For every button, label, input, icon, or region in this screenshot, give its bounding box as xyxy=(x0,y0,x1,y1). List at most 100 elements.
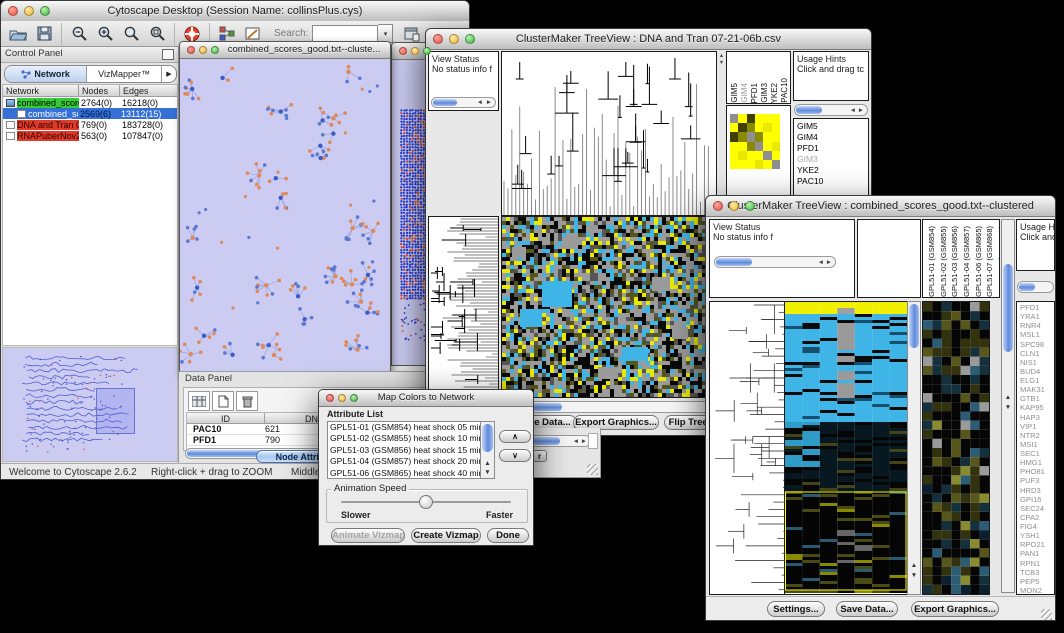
gene-label[interactable]: HMG1 xyxy=(1020,458,1054,467)
move-up-button[interactable]: ∧ xyxy=(499,430,531,443)
gene-label[interactable]: VIP1 xyxy=(1020,422,1054,431)
network-tree-row[interactable]: combined_scores 2764(0) 16218(0) xyxy=(3,97,177,108)
gene-label[interactable]: GIM4 xyxy=(797,132,868,143)
tab-network[interactable]: Network xyxy=(5,66,87,82)
gene-label[interactable]: HRD3 xyxy=(1020,486,1054,495)
animate-vizmap-button[interactable]: Animate Vizmap xyxy=(331,528,405,543)
zoom-window-icon[interactable] xyxy=(350,394,358,402)
network-tree-row[interactable]: combined_sco 2569(6) 13112(15) xyxy=(3,108,177,119)
fragment-r-button[interactable]: r xyxy=(532,450,547,462)
attribute-item[interactable]: GPL51-01 (GSM854) heat shock 05 min xyxy=(328,422,480,433)
network-tree-row[interactable]: DNA and Tran 07 769(0) 183728(0) xyxy=(3,119,177,130)
treeview1-titlebar[interactable]: ClusterMaker TreeView : DNA and Tran 07-… xyxy=(426,29,871,50)
gene-label[interactable]: CLN1 xyxy=(1020,349,1054,358)
tv2-hints-scrollbar[interactable] xyxy=(1017,281,1054,293)
gene-label[interactable]: ELG1 xyxy=(1020,376,1054,385)
tv2-global-heatmap[interactable] xyxy=(784,301,908,595)
minimize-icon[interactable] xyxy=(411,47,419,55)
create-vizmap-button[interactable]: Create Vizmap xyxy=(411,528,481,543)
gene-label[interactable]: PAC10 xyxy=(797,176,868,187)
gene-label[interactable]: SEC24 xyxy=(1020,504,1054,513)
column-label[interactable]: GPL51-01 (GSM854) xyxy=(927,226,936,297)
zoom-window-icon[interactable] xyxy=(423,47,431,55)
gene-label[interactable]: NIS1 xyxy=(1020,358,1054,367)
close-icon[interactable] xyxy=(326,394,334,402)
new-attribute-icon[interactable] xyxy=(212,391,234,411)
float-panel-icon[interactable] xyxy=(162,49,174,60)
gene-label[interactable]: RPN1 xyxy=(1020,559,1054,568)
treeview2-titlebar[interactable]: ClusterMaker TreeView : combined_scores_… xyxy=(706,196,1055,217)
tv2-column-dendrogram[interactable] xyxy=(857,219,921,298)
gene-label[interactable]: PUF3 xyxy=(1020,476,1054,485)
tv2-save-data-button[interactable]: Save Data... xyxy=(836,601,898,617)
speed-slider-thumb[interactable] xyxy=(419,495,433,509)
save-icon[interactable] xyxy=(31,22,57,46)
gene-label[interactable]: KAP95 xyxy=(1020,403,1054,412)
gene-label[interactable]: BUD4 xyxy=(1020,367,1054,376)
zoom-window-icon[interactable] xyxy=(40,6,50,16)
gene-label[interactable]: MSL1 xyxy=(1020,330,1054,339)
tv2-zoom-heatmap[interactable] xyxy=(922,301,990,595)
zoom-window-icon[interactable] xyxy=(465,34,475,44)
close-icon[interactable] xyxy=(433,34,443,44)
dialog-titlebar[interactable]: Map Colors to Network xyxy=(319,390,533,407)
tv1-hints-scrollbar[interactable]: ◄► xyxy=(794,104,868,116)
column-label[interactable]: GPL51-02 (GSM855) xyxy=(939,226,948,297)
gene-label[interactable]: SPC98 xyxy=(1020,340,1054,349)
column-label[interactable]: GPL51-08 (GSM872) xyxy=(997,226,1000,297)
resize-grip[interactable] xyxy=(1041,609,1052,620)
gene-label[interactable]: MAK31 xyxy=(1020,385,1054,394)
tv2-export-graphics-button[interactable]: Export Graphics... xyxy=(911,601,999,617)
tv1-status-scrollbar[interactable]: ◄► xyxy=(431,97,496,108)
gene-label[interactable]: MON2 xyxy=(1020,586,1054,595)
column-label[interactable]: GIM5 xyxy=(730,83,739,103)
column-label[interactable]: PFD1 xyxy=(750,83,759,103)
attribute-item[interactable]: GPL51-06 (GSM865) heat shock 40 min xyxy=(328,468,480,478)
minimize-icon[interactable] xyxy=(449,34,459,44)
gene-label[interactable]: PFD1 xyxy=(1020,303,1054,312)
zoom-selected-icon[interactable] xyxy=(118,22,144,46)
minimize-icon[interactable] xyxy=(338,394,346,402)
gene-label[interactable]: YSH1 xyxy=(1020,531,1054,540)
column-label[interactable]: GPL51-06 (GSM865) xyxy=(974,226,983,297)
column-label[interactable]: GIM4 xyxy=(740,83,749,103)
zoom-in-icon[interactable] xyxy=(92,22,118,46)
gene-label[interactable]: RPO21 xyxy=(1020,540,1054,549)
attribute-item[interactable]: GPL51-02 (GSM855) heat shock 10 min xyxy=(328,433,480,444)
gene-label[interactable]: GIM3 xyxy=(797,154,868,165)
search-input[interactable] xyxy=(312,25,378,42)
birdseye-panel[interactable] xyxy=(2,347,178,462)
column-label[interactable]: GPL51-04 (GSM857) xyxy=(962,226,971,297)
tv1-row-dendrogram[interactable] xyxy=(428,216,499,398)
attribute-select-icon[interactable] xyxy=(188,391,210,411)
column-label[interactable]: PAC10 xyxy=(780,78,789,103)
tv1-column-dendrogram[interactable] xyxy=(501,51,717,216)
tv2-row-dendrogram[interactable] xyxy=(709,301,785,595)
gene-label[interactable]: GIM5 xyxy=(797,121,868,132)
gene-label[interactable]: YRA1 xyxy=(1020,312,1054,321)
network-view-a[interactable] xyxy=(180,59,388,371)
zoom-fit-icon[interactable] xyxy=(144,22,170,46)
tv1-global-heatmap-panel[interactable]: ▲▼ xyxy=(501,216,725,398)
gene-label[interactable]: CPA2 xyxy=(1020,513,1054,522)
tv1-heatmap-hscrollbar[interactable]: ◄► xyxy=(504,401,722,413)
gene-label[interactable]: HAP3 xyxy=(1020,413,1054,422)
move-down-button[interactable]: ∨ xyxy=(499,449,531,462)
resize-grip[interactable] xyxy=(587,464,598,475)
gene-label[interactable]: GTB1 xyxy=(1020,394,1054,403)
minimize-icon[interactable] xyxy=(199,46,207,54)
close-icon[interactable] xyxy=(187,46,195,54)
gene-label[interactable]: PHO81 xyxy=(1020,467,1054,476)
zoom-window-icon[interactable] xyxy=(211,46,219,54)
minimize-icon[interactable] xyxy=(729,201,739,211)
cytoscape-titlebar[interactable]: Cytoscape Desktop (Session Name: collins… xyxy=(1,1,469,22)
gene-label[interactable]: PAN1 xyxy=(1020,549,1054,558)
birdseye-viewport[interactable] xyxy=(96,388,135,434)
column-label[interactable]: GPL51-07 (GSM868) xyxy=(985,226,994,297)
tv1-scroll-arrows[interactable]: ▲▼ xyxy=(718,53,725,71)
gene-label[interactable]: YKE2 xyxy=(797,165,868,176)
gene-label[interactable]: FIG4 xyxy=(1020,522,1054,531)
attribute-item[interactable]: GPL51-03 (GSM856) heat shock 15 min xyxy=(328,445,480,456)
tv2-zoom-vscrollbar[interactable]: ▲▼ xyxy=(1001,219,1015,593)
gene-label[interactable]: RNR4 xyxy=(1020,321,1054,330)
